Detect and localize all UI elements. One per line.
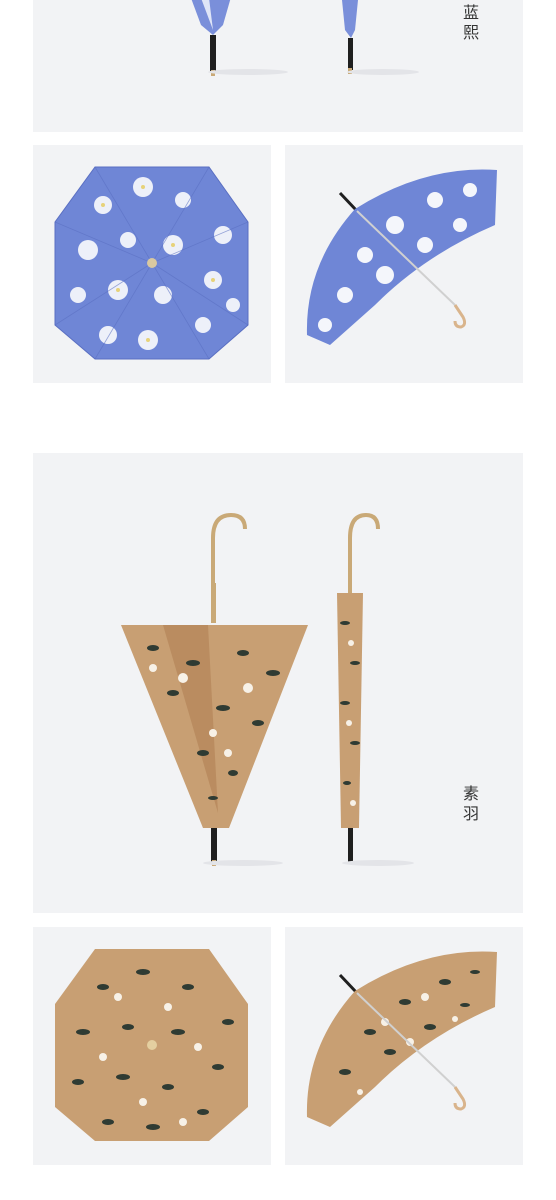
tan-umbrella-top-view-image <box>55 949 248 1141</box>
blue-closed-umbrella-panel: 蓝熙 <box>33 0 523 132</box>
blue-umbrella-top-view-image <box>54 166 249 360</box>
tan-closed-umbrella-panel: 素羽 <box>33 453 523 913</box>
product-name-label: 素羽 <box>460 785 479 825</box>
blue-closed-umbrellas-image <box>191 0 419 76</box>
blue-side-view-panel <box>285 145 523 383</box>
tan-closed-umbrellas-image <box>121 512 414 866</box>
tan-top-view-panel <box>33 927 271 1165</box>
product-name-label: 蓝熙 <box>460 4 479 44</box>
blue-top-view-panel <box>33 145 271 383</box>
blue-umbrella-side-view-image <box>306 169 497 345</box>
tan-umbrella-side-view-image <box>306 951 497 1127</box>
tan-side-view-panel <box>285 927 523 1165</box>
